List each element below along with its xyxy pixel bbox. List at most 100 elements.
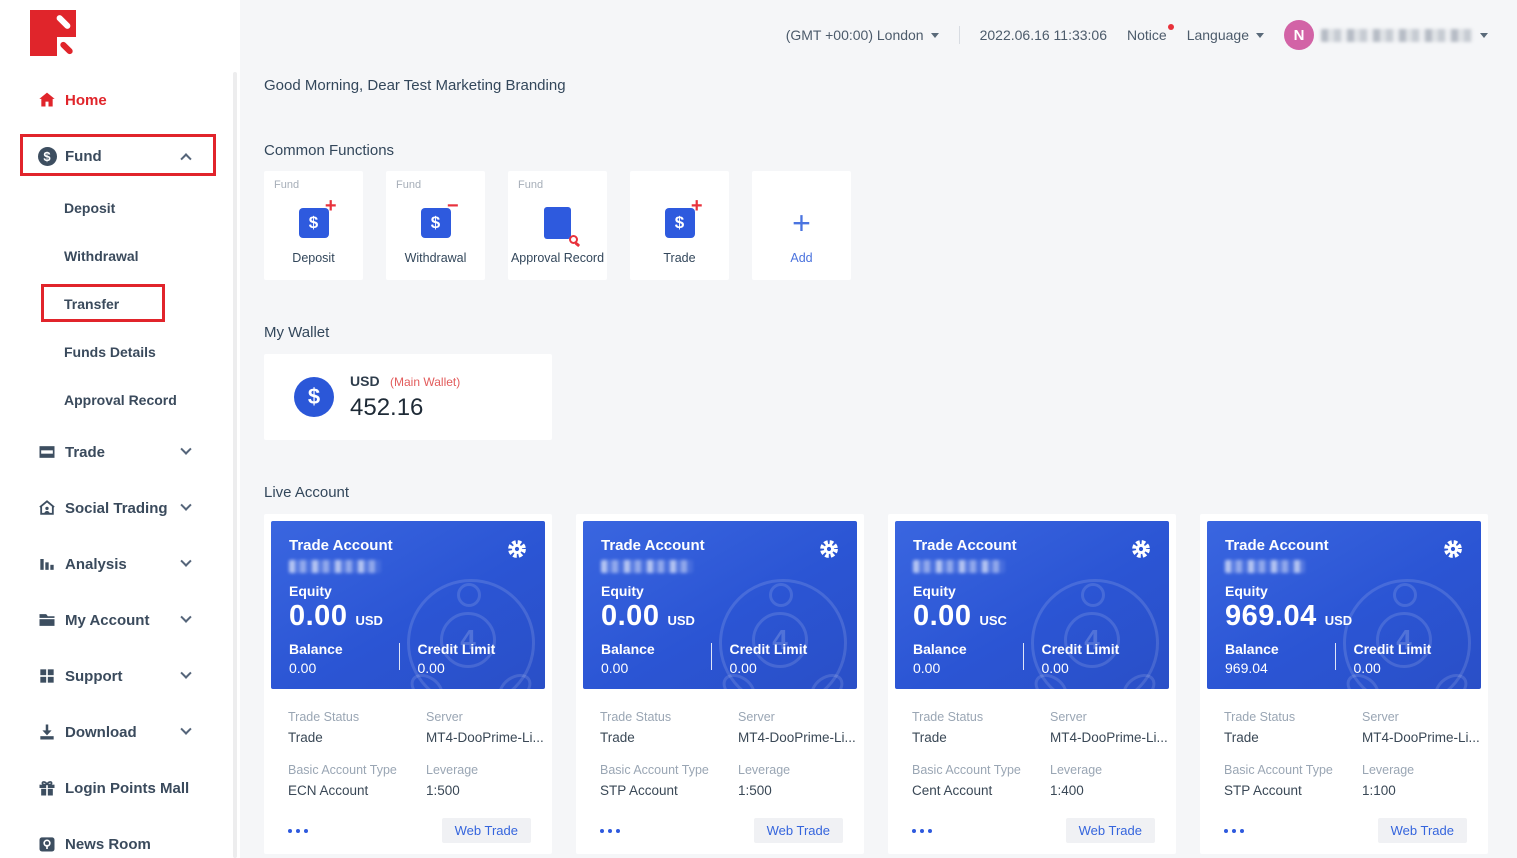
web-trade-button[interactable]: Web Trade — [1378, 818, 1467, 843]
account-number-redacted — [601, 560, 693, 573]
more-icon[interactable] — [1224, 823, 1244, 839]
my-account-icon — [36, 609, 58, 631]
main-content: (GMT +00:00) London 2022.06.16 11:33:06 … — [240, 0, 1517, 858]
sidebar-item-fund[interactable]: $ Fund — [0, 128, 234, 184]
sidebar-item-login-points-mall[interactable]: Login Points Mall — [0, 760, 234, 816]
account-summary-panel: Trade Account Equity 0.00 USD — [271, 521, 545, 689]
chevron-down-icon — [180, 668, 191, 679]
balance-value: 969.04 — [1225, 660, 1335, 676]
avatar: N — [1284, 20, 1314, 50]
chevron-down-icon — [931, 33, 939, 38]
sidebar-item-news-room[interactable]: News Room — [0, 816, 234, 858]
common-function-approval-record[interactable]: Fund Approval Record — [508, 171, 607, 280]
account-number-redacted — [913, 560, 1005, 573]
credit-limit-value: 0.00 — [418, 660, 528, 676]
social-trading-icon — [36, 497, 58, 519]
wallet-amount: 452.16 — [350, 394, 460, 422]
sidebar-item-funds-details[interactable]: Funds Details — [0, 328, 234, 376]
more-icon[interactable] — [912, 823, 932, 839]
live-account-card: Trade Account Equity 0.00 USC — [888, 514, 1176, 854]
greeting-text: Good Morning, Dear Test Marketing Brandi… — [264, 77, 1488, 94]
datetime-label: 2022.06.16 11:33:06 — [980, 27, 1107, 43]
common-function-withdrawal[interactable]: Fund $− Withdrawal — [386, 171, 485, 280]
leverage-value: 1:500 — [738, 783, 856, 798]
chevron-down-icon — [180, 500, 191, 511]
more-icon[interactable] — [600, 823, 620, 839]
add-icon: + — [792, 208, 811, 238]
approval-record-icon — [544, 207, 571, 239]
credit-limit-value: 0.00 — [1354, 660, 1464, 676]
more-icon[interactable] — [288, 823, 308, 839]
balance-value: 0.00 — [601, 660, 711, 676]
download-icon — [36, 721, 58, 743]
sidebar-item-label: Home — [65, 92, 107, 109]
equity-currency: USD — [667, 613, 694, 628]
sidebar-item-withdrawal[interactable]: Withdrawal — [0, 232, 234, 280]
account-summary-panel: Trade Account Equity 0.00 USD — [583, 521, 857, 689]
equity-value: 0.00 — [601, 600, 659, 633]
sidebar-item-transfer[interactable]: Transfer — [0, 280, 234, 328]
web-trade-button[interactable]: Web Trade — [754, 818, 843, 843]
account-type-value: Cent Account — [912, 783, 1050, 798]
sidebar-item-trade[interactable]: Trade — [0, 424, 234, 480]
timezone-label: (GMT +00:00) London — [786, 27, 924, 43]
sidebar-item-approval-record[interactable]: Approval Record — [0, 376, 234, 424]
notice-label: Notice — [1127, 27, 1167, 43]
live-account-card: Trade Account Equity 969.04 USD — [1200, 514, 1488, 854]
wallet-card: $ USD (Main Wallet) 452.16 — [264, 354, 552, 440]
common-function-deposit[interactable]: Fund $+ Deposit — [264, 171, 363, 280]
timezone-selector[interactable]: (GMT +00:00) London — [786, 27, 939, 43]
equity-value: 969.04 — [1225, 600, 1317, 633]
trade-account-title: Trade Account — [1225, 537, 1329, 554]
credit-limit-value: 0.00 — [730, 660, 840, 676]
brand-logo-icon[interactable] — [30, 10, 76, 56]
trade-account-title: Trade Account — [913, 537, 1017, 554]
account-number-redacted — [289, 560, 381, 573]
sidebar-item-deposit[interactable]: Deposit — [0, 184, 234, 232]
home-icon — [36, 89, 58, 111]
web-trade-button[interactable]: Web Trade — [442, 818, 531, 843]
sidebar-item-download[interactable]: Download — [0, 704, 234, 760]
trade-status-value: Trade — [600, 730, 738, 745]
sidebar-scrollbar[interactable] — [233, 72, 237, 858]
chevron-down-icon — [180, 556, 191, 567]
chevron-down-icon — [180, 612, 191, 623]
equity-value: 0.00 — [289, 600, 347, 633]
server-value: MT4-DooPrime-Li... — [738, 730, 856, 745]
live-account-card: Trade Account Equity 0.00 USD — [576, 514, 864, 854]
account-type-value: STP Account — [600, 783, 738, 798]
sidebar-item-home[interactable]: Home — [0, 72, 234, 128]
live-account-title: Live Account — [264, 484, 1488, 501]
sidebar-nav: Home $ Fund Deposit Withdrawal Transfer … — [0, 72, 234, 858]
fund-icon: $ — [36, 145, 58, 167]
account-summary-panel: Trade Account Equity 0.00 USC — [895, 521, 1169, 689]
equity-value: 0.00 — [913, 600, 971, 633]
common-function-trade[interactable]: $+ Trade — [630, 171, 729, 280]
language-label: Language — [1187, 27, 1249, 43]
sidebar-item-social-trading[interactable]: Social Trading — [0, 480, 234, 536]
sidebar-item-analysis[interactable]: Analysis — [0, 536, 234, 592]
server-value: MT4-DooPrime-Li... — [1050, 730, 1168, 745]
gear-icon[interactable] — [1443, 539, 1463, 564]
withdrawal-icon: $− — [421, 208, 451, 238]
analysis-icon — [36, 553, 58, 575]
gear-icon[interactable] — [507, 539, 527, 564]
account-type-value: STP Account — [1224, 783, 1362, 798]
language-selector[interactable]: Language — [1187, 27, 1264, 43]
equity-currency: USC — [979, 613, 1006, 628]
chevron-up-icon — [180, 153, 191, 164]
sidebar-item-support[interactable]: Support — [0, 648, 234, 704]
equity-currency: USD — [355, 613, 382, 628]
gear-icon[interactable] — [1131, 539, 1151, 564]
user-menu[interactable]: N — [1284, 20, 1488, 50]
sidebar-item-my-account[interactable]: My Account — [0, 592, 234, 648]
leverage-value: 1:400 — [1050, 783, 1168, 798]
gear-icon[interactable] — [819, 539, 839, 564]
leverage-value: 1:100 — [1362, 783, 1480, 798]
common-function-add[interactable]: + Add — [752, 171, 851, 280]
server-value: MT4-DooPrime-Li... — [1362, 730, 1480, 745]
notice-button[interactable]: Notice — [1127, 27, 1167, 43]
credit-limit-value: 0.00 — [1042, 660, 1152, 676]
web-trade-button[interactable]: Web Trade — [1066, 818, 1155, 843]
chevron-down-icon — [1256, 33, 1264, 38]
